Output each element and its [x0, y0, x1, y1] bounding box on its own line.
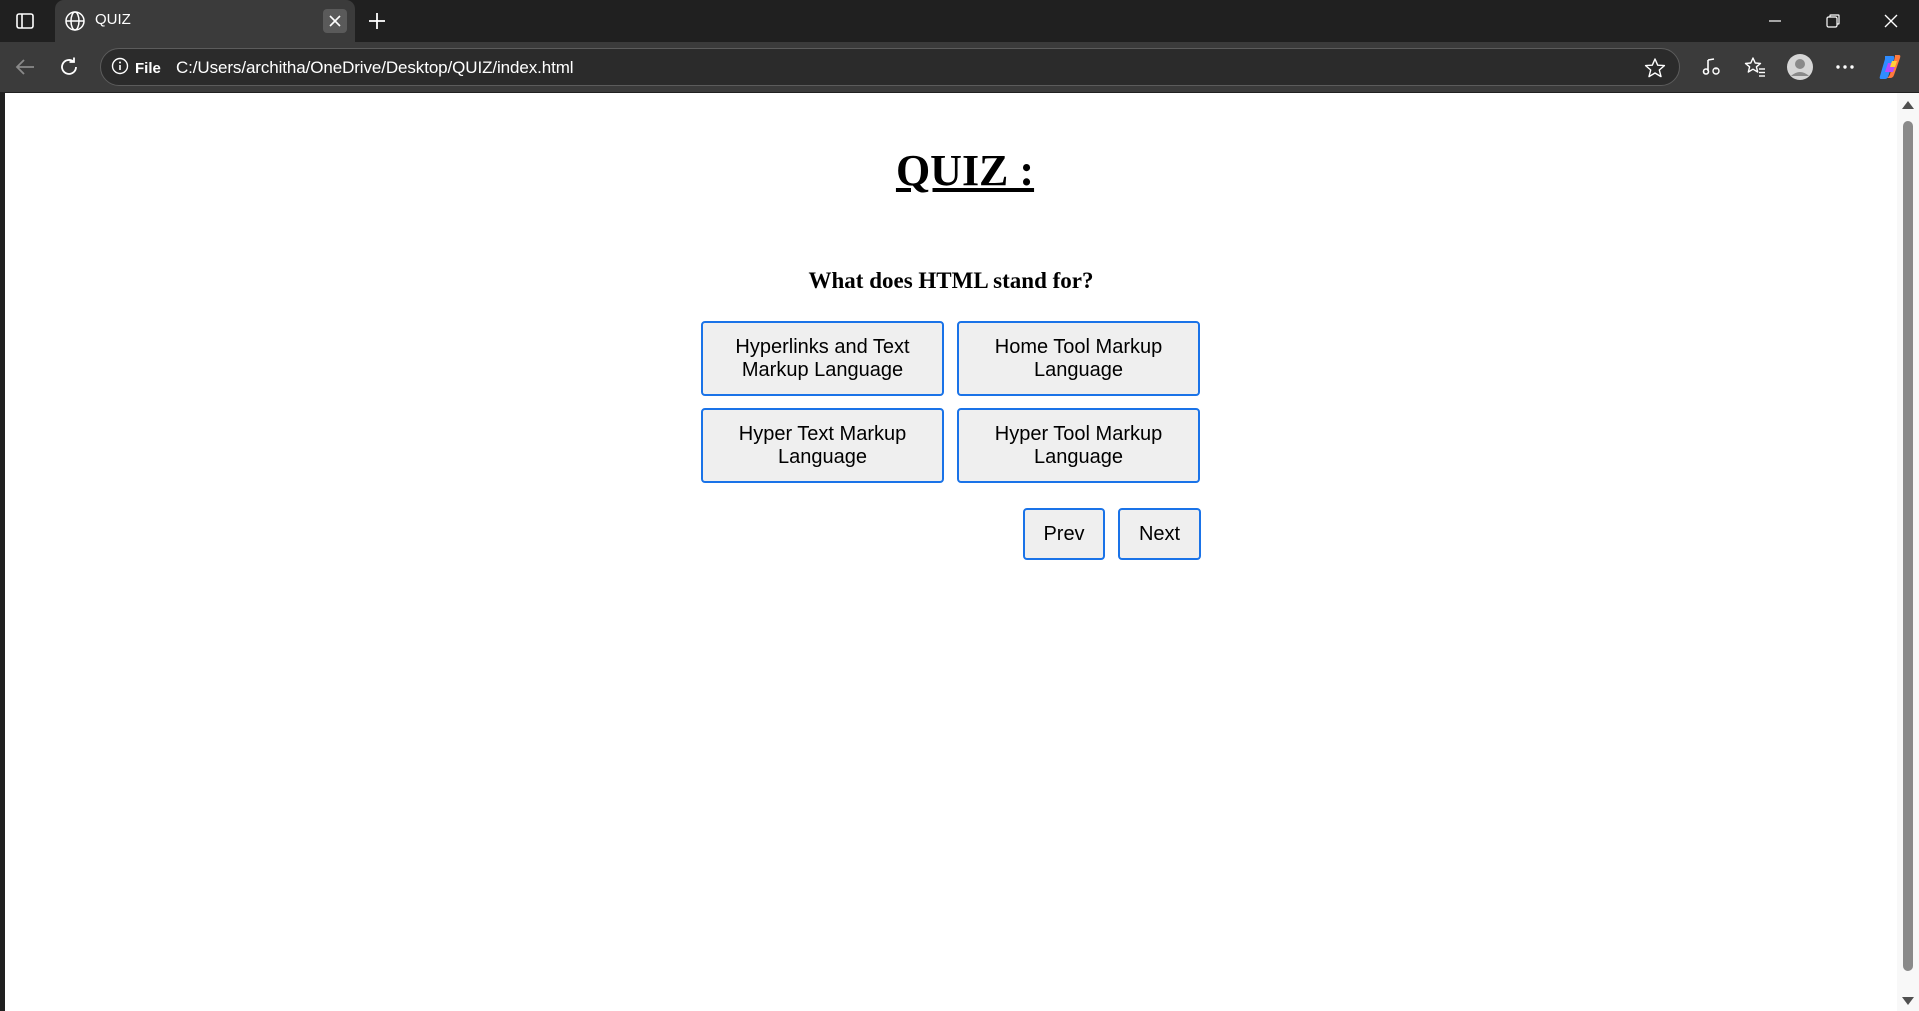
answer-option-4[interactable]: Hyper Tool Markup Language [957, 408, 1200, 483]
scheme-label: File [135, 59, 161, 77]
scroll-up-arrow-icon[interactable] [1902, 101, 1914, 109]
read-aloud-icon[interactable] [1696, 53, 1726, 81]
back-icon[interactable] [10, 53, 40, 81]
address-bar[interactable]: File C:/Users/architha/OneDrive/Desktop/… [100, 48, 1680, 86]
site-info-button[interactable]: File [111, 57, 161, 79]
close-window-icon[interactable] [1863, 0, 1919, 42]
new-tab-icon[interactable] [364, 8, 390, 34]
copilot-icon[interactable] [1875, 53, 1905, 81]
quiz-title: QUIZ : [895, 146, 1035, 195]
title-bar: QUIZ [0, 0, 1919, 42]
answer-option-2[interactable]: Home Tool Markup Language [957, 321, 1200, 396]
profile-avatar-icon[interactable] [1785, 53, 1815, 81]
close-tab-icon[interactable] [323, 9, 347, 33]
browser-toolbar: File C:/Users/architha/OneDrive/Desktop/… [0, 42, 1919, 92]
sidebar-toggle-icon[interactable] [12, 9, 38, 33]
info-icon [111, 57, 129, 79]
favorite-star-icon[interactable] [1643, 56, 1667, 80]
more-options-icon[interactable] [1830, 53, 1860, 81]
page-viewport: QUIZ : What does HTML stand for? Hyperli… [5, 93, 1897, 1011]
url-text[interactable]: C:/Users/architha/OneDrive/Desktop/QUIZ/… [176, 58, 574, 78]
refresh-icon[interactable] [54, 53, 84, 81]
question-text: What does HTML stand for? [808, 268, 1094, 293]
scroll-down-arrow-icon[interactable] [1902, 997, 1914, 1005]
globe-icon [64, 10, 86, 32]
scroll-thumb[interactable] [1903, 121, 1913, 971]
answer-option-1[interactable]: Hyperlinks and Text Markup Language [701, 321, 944, 396]
next-button[interactable]: Next [1118, 508, 1201, 560]
tab-title: QUIZ [95, 11, 131, 28]
browser-tab[interactable]: QUIZ [55, 0, 355, 42]
vertical-scrollbar[interactable] [1897, 93, 1919, 1011]
answer-option-3[interactable]: Hyper Text Markup Language [701, 408, 944, 483]
restore-icon[interactable] [1805, 0, 1861, 42]
minimize-icon[interactable] [1747, 0, 1803, 42]
prev-button[interactable]: Prev [1023, 508, 1105, 560]
favorites-icon[interactable] [1740, 53, 1770, 81]
